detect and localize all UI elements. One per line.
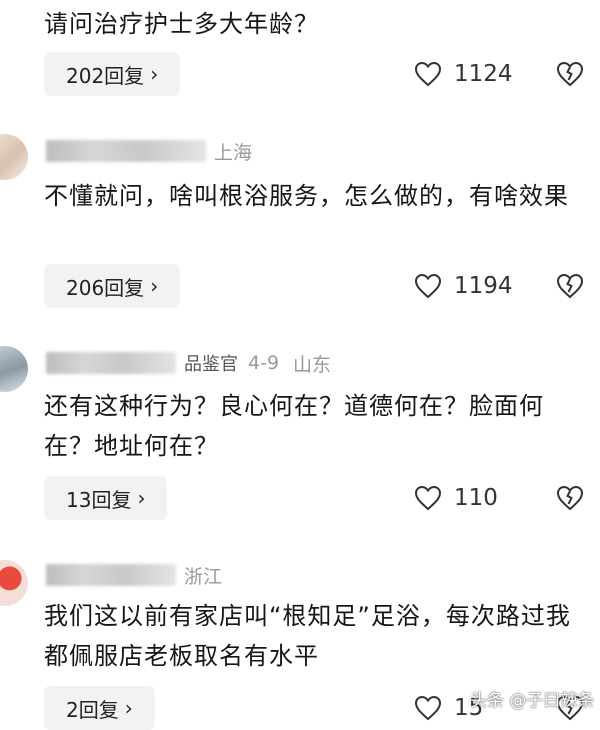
heart-outline-icon	[414, 61, 442, 87]
reply-count: 206回复	[66, 275, 145, 300]
chevron-right-icon: ›	[137, 486, 146, 510]
reply-button[interactable]: 202回复 ›	[44, 52, 181, 96]
watermark: 头条 @子曰辣条	[470, 691, 595, 711]
blurred-username	[46, 564, 176, 586]
location-label: 上海	[214, 141, 253, 164]
dislike-button[interactable]	[556, 476, 584, 520]
reply-count: 13回复	[66, 487, 132, 512]
comment-header: 品鉴官 4-9 山东	[46, 348, 345, 378]
reply-count: 202回复	[66, 63, 145, 88]
blurred-username	[46, 140, 206, 162]
comment-text: 还有这种行为？良心何在？道德何在？脸面何在？地址何在？	[44, 392, 544, 460]
dislike-button[interactable]	[556, 264, 584, 308]
comment-header: 浙江	[46, 560, 236, 590]
dislike-button[interactable]	[556, 52, 584, 96]
blurred-username	[46, 352, 176, 374]
avatar[interactable]	[0, 346, 28, 392]
avatar[interactable]	[0, 134, 28, 180]
broken-heart-icon	[556, 61, 584, 87]
reply-button[interactable]: 13回复 ›	[44, 476, 168, 520]
like-count: 110	[454, 485, 498, 511]
reply-button[interactable]: 2回复 ›	[44, 686, 155, 730]
date-label: 4-9	[248, 352, 280, 374]
like-button[interactable]: 1194	[414, 264, 513, 308]
chevron-right-icon: ›	[150, 274, 159, 298]
comment-text: 不懂就问，啥叫根浴服务，怎么做的，有啥效果	[44, 182, 569, 210]
like-button[interactable]: 110	[414, 476, 498, 520]
comment-text: 请问治疗护士多大年龄？	[44, 10, 319, 38]
like-count: 1194	[454, 273, 513, 299]
like-count: 1124	[454, 61, 513, 87]
reply-button[interactable]: 206回复 ›	[44, 264, 181, 308]
location-label: 浙江	[184, 565, 223, 588]
comment-text: 我们这以前有家店叫“根知足”足浴，每次路过我都佩服店老板取名有水平	[44, 602, 571, 670]
reply-count: 2回复	[66, 697, 119, 722]
chevron-right-icon: ›	[150, 62, 159, 86]
avatar[interactable]	[0, 560, 28, 606]
chevron-right-icon: ›	[124, 696, 133, 720]
comment-header: 上海	[46, 136, 266, 166]
broken-heart-icon	[556, 485, 584, 511]
like-button[interactable]: 1124	[414, 52, 513, 96]
heart-outline-icon	[414, 695, 442, 721]
heart-outline-icon	[414, 485, 442, 511]
location-label: 山东	[293, 353, 332, 376]
heart-outline-icon	[414, 273, 442, 299]
broken-heart-icon	[556, 273, 584, 299]
user-badge: 品鉴官	[184, 354, 238, 375]
